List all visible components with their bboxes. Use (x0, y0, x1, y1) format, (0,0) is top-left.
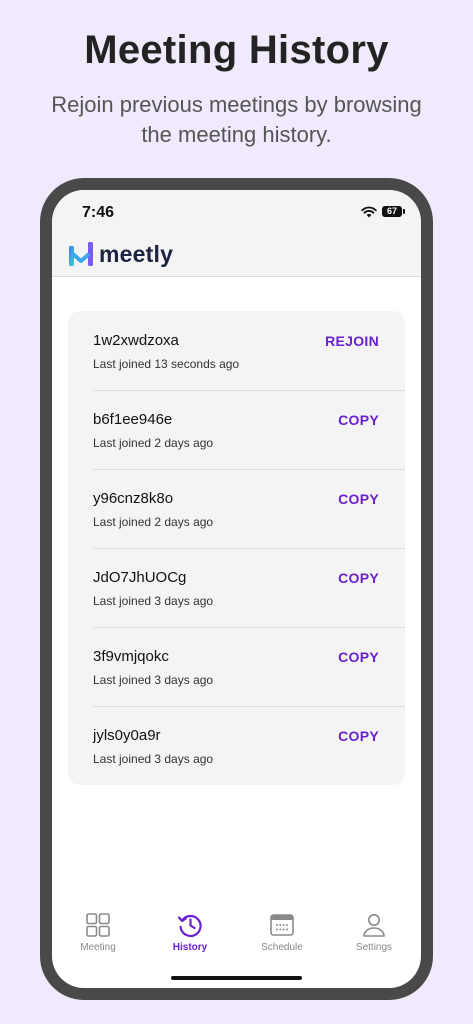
bottom-navigation: Meeting History Schedule Settings (52, 910, 421, 960)
copy-button[interactable]: COPY (338, 491, 379, 507)
tab-meeting-label: Meeting (80, 942, 116, 953)
history-row: y96cnz8k8o Last joined 2 days ago COPY (93, 469, 405, 549)
history-row: b6f1ee946e Last joined 2 days ago COPY (93, 390, 405, 470)
last-joined-text: Last joined 2 days ago (93, 436, 214, 450)
history-row: JdO7JhUOCg Last joined 3 days ago COPY (93, 548, 405, 628)
home-indicator[interactable] (171, 976, 302, 980)
tab-history-label: History (172, 942, 208, 953)
meeting-code: JdO7JhUOCg (93, 569, 187, 586)
tab-settings[interactable]: Settings (328, 910, 420, 960)
calendar-icon (270, 914, 294, 936)
copy-button[interactable]: COPY (338, 728, 379, 744)
app-header: meetly (52, 238, 421, 277)
last-joined-text: Last joined 13 seconds ago (93, 357, 240, 371)
phone-frame: 7:46 67 meetly 1w2xwdzoxa Last joined 13… (40, 178, 433, 1000)
history-row: 3f9vmjqokc Last joined 3 days ago COPY (93, 627, 405, 707)
rejoin-button[interactable]: REJOIN (325, 333, 379, 349)
tab-schedule-label: Schedule (261, 942, 303, 953)
battery-tip (403, 209, 405, 214)
meeting-code: jyls0y0a9r (93, 727, 161, 744)
person-icon (363, 914, 385, 937)
grid-icon (86, 913, 110, 937)
wifi-icon (361, 206, 377, 218)
tab-settings-label: Settings (355, 942, 393, 953)
meeting-history-list: 1w2xwdzoxa Last joined 13 seconds ago RE… (68, 311, 405, 785)
last-joined-text: Last joined 3 days ago (93, 752, 214, 766)
last-joined-text: Last joined 3 days ago (93, 594, 214, 608)
phone-screen: 7:46 67 meetly 1w2xwdzoxa Last joined 13… (52, 190, 421, 988)
app-name: meetly (99, 241, 174, 267)
meeting-code: b6f1ee946e (93, 411, 173, 428)
promo-title: Meeting History (84, 28, 389, 72)
copy-button[interactable]: COPY (338, 570, 379, 586)
tab-history[interactable]: History (144, 910, 236, 960)
meeting-code: 1w2xwdzoxa (93, 332, 179, 349)
status-bar: 7:46 67 (52, 190, 421, 238)
status-time: 7:46 (82, 204, 115, 221)
last-joined-text: Last joined 3 days ago (93, 673, 214, 687)
battery-icon: 67 (382, 206, 402, 217)
history-row: jyls0y0a9r Last joined 3 days ago COPY (93, 706, 405, 785)
tab-schedule[interactable]: Schedule (236, 910, 328, 960)
meetly-logo-icon (69, 242, 93, 266)
copy-button[interactable]: COPY (338, 649, 379, 665)
promo-subtitle: Rejoin previous meetings by browsing the… (51, 92, 422, 147)
meeting-code: y96cnz8k8o (93, 490, 174, 507)
tab-meeting[interactable]: Meeting (52, 910, 144, 960)
meeting-code: 3f9vmjqokc (93, 648, 169, 665)
history-row: 1w2xwdzoxa Last joined 13 seconds ago RE… (93, 311, 405, 391)
history-clock-icon (177, 914, 202, 938)
last-joined-text: Last joined 2 days ago (93, 515, 214, 529)
copy-button[interactable]: COPY (338, 412, 379, 428)
